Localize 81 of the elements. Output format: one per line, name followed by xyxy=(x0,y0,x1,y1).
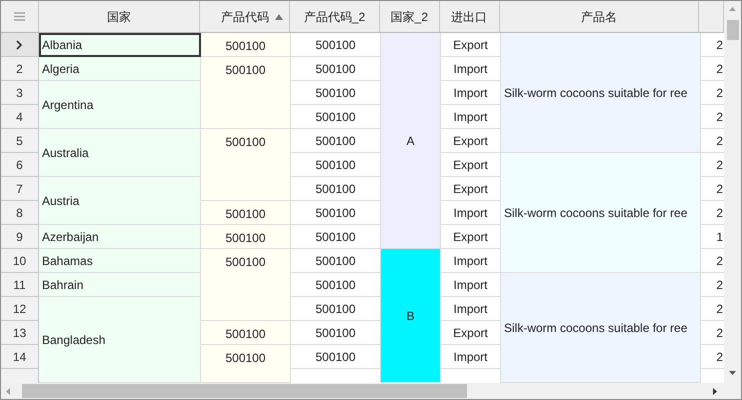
product-code-cell: 500100 xyxy=(291,81,381,105)
country-cell: Bahamas xyxy=(39,249,201,273)
country-group-cell: A xyxy=(381,33,441,249)
product-code-cell: 500100 xyxy=(201,129,291,201)
trade-cell: Export xyxy=(441,153,501,177)
trade-cell: Import xyxy=(441,249,501,273)
row-header[interactable]: 11 xyxy=(1,273,39,297)
trade-cell: Export xyxy=(441,33,501,57)
column-header[interactable]: 产品代码_2 xyxy=(290,1,380,32)
row-header[interactable]: 3 xyxy=(1,81,39,105)
vertical-scrollbar[interactable] xyxy=(724,1,741,383)
product-code-cell: 500100 xyxy=(291,321,381,345)
row-header xyxy=(1,369,39,383)
row-header[interactable]: 12 xyxy=(1,297,39,321)
product-code-cell: 500100 xyxy=(291,153,381,177)
product-code-cell: 500100 xyxy=(201,201,291,225)
country-cell: Algeria xyxy=(39,57,201,81)
column-header[interactable]: 产品名 xyxy=(500,1,700,32)
country-cell: Azerbaijan xyxy=(39,225,201,249)
product-code-cell: 500100 xyxy=(291,33,381,57)
trade-cell: Export xyxy=(441,177,501,201)
country-cell: Austria xyxy=(39,177,201,225)
horizontal-scrollbar[interactable] xyxy=(1,383,741,399)
product-code-cell: 500100 xyxy=(291,273,381,297)
column-header[interactable]: 国家_2 xyxy=(380,1,440,32)
row-header[interactable]: 2 xyxy=(1,57,39,81)
product-code-cell: 500100 xyxy=(291,201,381,225)
product-code-cell: 500100 xyxy=(291,249,381,273)
product-code-cell: 500100 xyxy=(201,57,291,129)
product-code-cell: 500100 xyxy=(201,249,291,321)
row-header[interactable]: 6 xyxy=(1,153,39,177)
product-code-cell: 500100 xyxy=(291,105,381,129)
row-header[interactable]: 7 xyxy=(1,177,39,201)
product-code-cell: 500100 xyxy=(201,345,291,383)
column-header[interactable]: 进出口 xyxy=(440,1,500,32)
trade-cell: Import xyxy=(441,345,501,369)
scroll-right-icon[interactable] xyxy=(713,388,717,394)
trade-cell: Export xyxy=(441,321,501,345)
row-header[interactable]: 14 xyxy=(1,345,39,369)
product-name-cell: Silk-worm cocoons suitable for ree xyxy=(501,33,701,153)
trade-cell: Export xyxy=(441,129,501,153)
country-cell: Bahrain xyxy=(39,273,201,297)
trade-cell: Import xyxy=(441,297,501,321)
row-header[interactable]: 4 xyxy=(1,105,39,129)
product-name-cell: Silk-worm cocoons suitable for ree xyxy=(501,273,701,383)
country-group-cell: B xyxy=(381,249,441,383)
column-header[interactable]: 产品代码 xyxy=(200,1,290,32)
trade-cell: Import xyxy=(441,273,501,297)
row-header[interactable]: 10 xyxy=(1,249,39,273)
trade-cell: Import xyxy=(441,57,501,81)
trade-cell: Export xyxy=(441,225,501,249)
scrollbar-thumb[interactable] xyxy=(22,384,467,398)
country-cell: Australia xyxy=(39,129,201,177)
row-header[interactable]: 8 xyxy=(1,201,39,225)
scroll-down-icon[interactable] xyxy=(729,371,736,375)
scrollbar-thumb[interactable] xyxy=(726,20,738,40)
product-code-cell: 500100 xyxy=(201,321,291,345)
product-code-cell: 500100 xyxy=(291,177,381,201)
product-code-cell: 500100 xyxy=(291,57,381,81)
trade-cell: Import xyxy=(441,105,501,129)
country-cell: Bangladesh xyxy=(39,297,201,383)
trade-cell: Import xyxy=(441,81,501,105)
scroll-up-icon[interactable] xyxy=(729,7,736,11)
row-header[interactable]: 13 xyxy=(1,321,39,345)
row-header[interactable]: 5 xyxy=(1,129,39,153)
column-header[interactable]: 国家 xyxy=(38,1,200,32)
country-cell: Albania xyxy=(39,33,201,57)
product-code-cell: 500100 xyxy=(291,345,381,369)
product-code-cell: 500100 xyxy=(291,297,381,321)
product-name-cell: Silk-worm cocoons suitable for ree xyxy=(501,153,701,273)
sort-icon xyxy=(275,14,284,20)
product-code-cell: 500100 xyxy=(201,33,291,57)
scroll-left-icon[interactable] xyxy=(6,388,10,394)
country-cell: Argentina xyxy=(39,81,201,129)
trade-cell: Import xyxy=(441,201,501,225)
product-code-cell: 500100 xyxy=(291,225,381,249)
product-code-cell: 500100 xyxy=(201,225,291,249)
chevron-icon xyxy=(16,40,23,50)
product-code-cell: 500100 xyxy=(291,129,381,153)
row-header[interactable] xyxy=(1,33,39,57)
row-header[interactable]: 9 xyxy=(1,225,39,249)
